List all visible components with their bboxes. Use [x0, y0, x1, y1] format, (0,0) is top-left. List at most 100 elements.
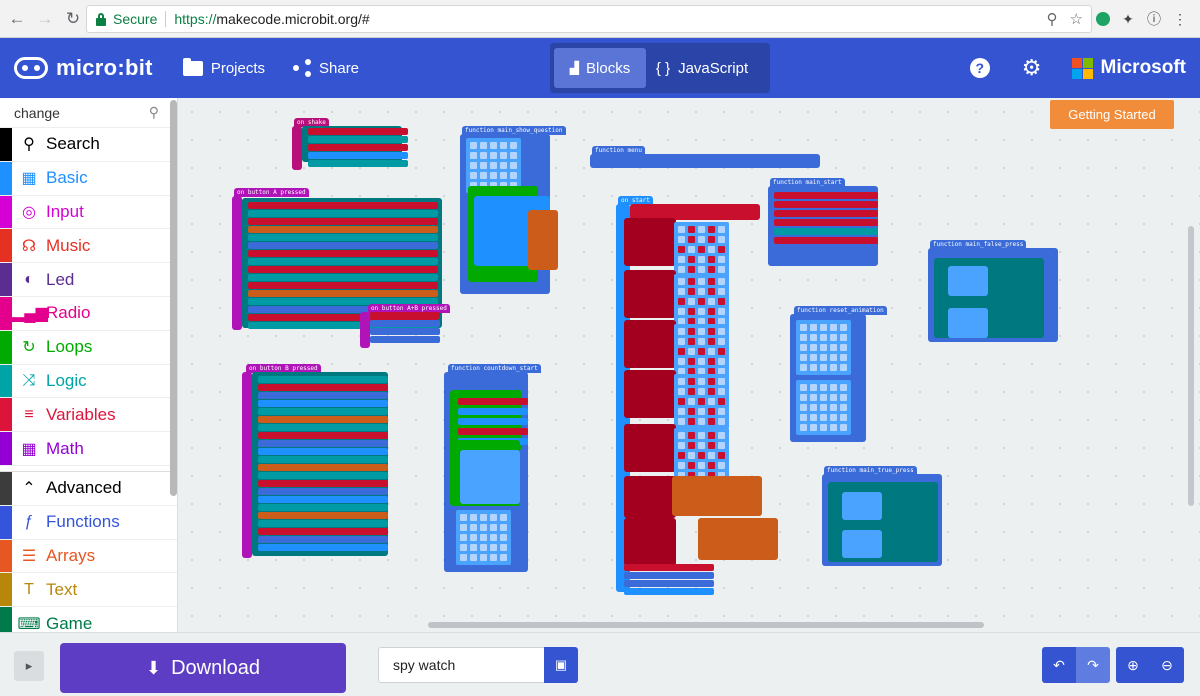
statement-row[interactable] — [248, 202, 438, 209]
led-cell[interactable] — [718, 432, 725, 439]
statement-row[interactable] — [248, 274, 438, 281]
led-cell[interactable] — [830, 384, 837, 391]
extension-green-icon[interactable] — [1096, 12, 1110, 26]
led-cell[interactable] — [800, 414, 807, 421]
led-cell[interactable] — [480, 554, 487, 561]
statement-row[interactable] — [258, 424, 388, 431]
led-cell[interactable] — [698, 442, 705, 449]
statement-row[interactable] — [370, 336, 440, 343]
forward-arrow-icon[interactable]: → — [34, 8, 56, 30]
led-cell[interactable] — [698, 236, 705, 243]
led-cell[interactable] — [718, 298, 725, 305]
led-cell[interactable] — [490, 162, 497, 169]
statement-row[interactable] — [248, 226, 438, 233]
show-icon-block[interactable] — [948, 308, 988, 338]
led-cell[interactable] — [820, 384, 827, 391]
category-led[interactable]: ◐ Led — [0, 263, 177, 297]
statement-row[interactable] — [248, 266, 438, 273]
led-cell[interactable] — [718, 398, 725, 405]
led-cell[interactable] — [708, 378, 715, 385]
statement-row[interactable] — [774, 237, 878, 244]
set-block[interactable] — [624, 218, 676, 266]
led-cell[interactable] — [678, 452, 685, 459]
led-cell[interactable] — [470, 534, 477, 541]
led-cell[interactable] — [810, 424, 817, 431]
microsoft-label[interactable]: Microsoft — [1101, 57, 1187, 79]
block-hat-label[interactable]: on button A pressed — [234, 188, 309, 197]
led-cell[interactable] — [678, 236, 685, 243]
led-grid[interactable] — [456, 510, 511, 565]
led-cell[interactable] — [698, 298, 705, 305]
statement-row[interactable] — [258, 464, 388, 471]
led-cell[interactable] — [718, 388, 725, 395]
led-cell[interactable] — [708, 298, 715, 305]
led-cell[interactable] — [688, 308, 695, 315]
zoom-in-icon[interactable]: ⊕ — [1116, 647, 1150, 683]
category-game[interactable]: ⌨ Game — [0, 607, 177, 632]
led-cell[interactable] — [718, 348, 725, 355]
projects-button[interactable]: Projects — [182, 57, 265, 77]
led-cell[interactable] — [698, 308, 705, 315]
led-cell[interactable] — [840, 414, 847, 421]
led-cell[interactable] — [840, 334, 847, 341]
workspace-horizontal-scrollbar[interactable] — [428, 622, 984, 628]
statement-row[interactable] — [258, 440, 388, 447]
led-cell[interactable] — [688, 338, 695, 345]
statement-row[interactable] — [774, 219, 878, 226]
led-cell[interactable] — [688, 246, 695, 253]
led-cell[interactable] — [678, 442, 685, 449]
statement-row[interactable] — [248, 218, 438, 225]
statement-row[interactable] — [458, 398, 528, 405]
statement-row[interactable] — [258, 488, 388, 495]
led-cell[interactable] — [510, 142, 517, 149]
category-basic[interactable]: ▦ Basic — [0, 161, 177, 196]
led-cell[interactable] — [678, 418, 685, 425]
led-cell[interactable] — [678, 432, 685, 439]
statement-row[interactable] — [308, 136, 408, 143]
led-cell[interactable] — [460, 544, 467, 551]
create-array-block[interactable] — [698, 518, 778, 560]
led-cell[interactable] — [480, 152, 487, 159]
led-cell[interactable] — [688, 348, 695, 355]
statement-row[interactable] — [308, 128, 408, 135]
led-grid[interactable] — [674, 374, 729, 429]
reload-icon[interactable]: ↻ — [62, 8, 84, 30]
set-block[interactable] — [624, 476, 676, 518]
menu-dots-icon[interactable]: ⋮ — [1172, 11, 1188, 28]
statement-row[interactable] — [258, 536, 388, 543]
led-cell[interactable] — [678, 278, 685, 285]
led-cell[interactable] — [810, 364, 817, 371]
led-cell[interactable] — [460, 554, 467, 561]
led-cell[interactable] — [688, 378, 695, 385]
led-cell[interactable] — [510, 172, 517, 179]
led-cell[interactable] — [708, 442, 715, 449]
led-cell[interactable] — [460, 514, 467, 521]
blocks-workspace[interactable]: Getting Started on shake on button A pres… — [178, 98, 1200, 632]
led-cell[interactable] — [708, 462, 715, 469]
simulator-toggle-icon[interactable]: ▸ — [14, 651, 44, 681]
led-cell[interactable] — [820, 394, 827, 401]
category-music[interactable]: ☊ Music — [0, 229, 177, 264]
led-cell[interactable] — [708, 358, 715, 365]
led-cell[interactable] — [718, 236, 725, 243]
led-cell[interactable] — [490, 554, 497, 561]
led-cell[interactable] — [830, 414, 837, 421]
led-cell[interactable] — [490, 172, 497, 179]
led-cell[interactable] — [718, 452, 725, 459]
led-cell[interactable] — [800, 354, 807, 361]
led-cell[interactable] — [708, 398, 715, 405]
category-search[interactable]: ⚲ Search — [0, 128, 177, 162]
led-cell[interactable] — [688, 388, 695, 395]
statement-row[interactable] — [258, 512, 388, 519]
led-cell[interactable] — [688, 418, 695, 425]
led-cell[interactable] — [500, 524, 507, 531]
led-cell[interactable] — [500, 172, 507, 179]
led-cell[interactable] — [688, 358, 695, 365]
led-cell[interactable] — [698, 278, 705, 285]
led-cell[interactable] — [470, 514, 477, 521]
led-cell[interactable] — [480, 534, 487, 541]
set-block[interactable] — [624, 424, 676, 472]
statement-row[interactable] — [774, 246, 878, 253]
star-icon[interactable]: ☆ — [1070, 10, 1083, 28]
led-grid[interactable] — [796, 380, 851, 435]
